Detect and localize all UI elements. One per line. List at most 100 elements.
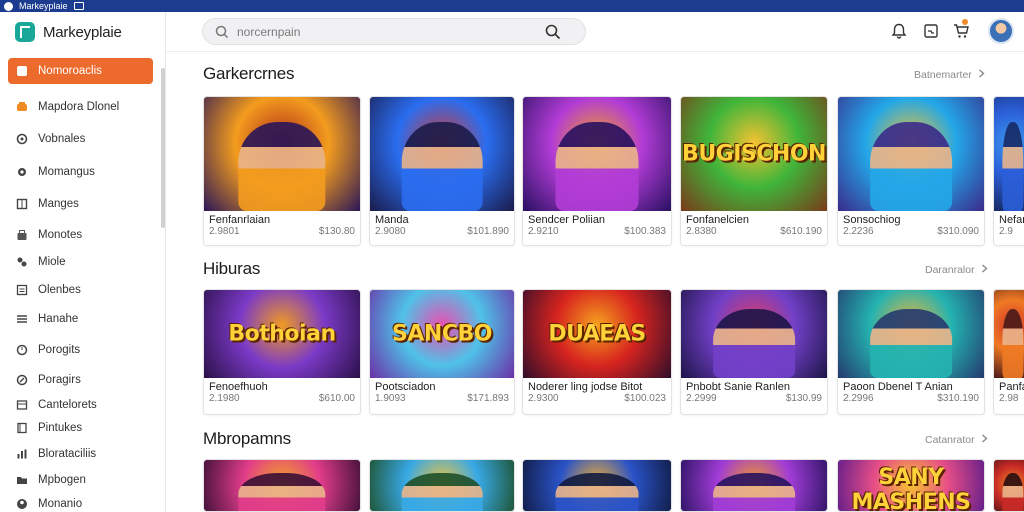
user-icon	[16, 498, 28, 510]
game-thumbnail	[838, 97, 984, 211]
search-submit-icon[interactable]	[545, 24, 561, 40]
sidebar-item-8[interactable]: Olenbes	[8, 277, 153, 303]
sidebar-item-6[interactable]: Monotes	[8, 222, 153, 248]
sidebar-item-1[interactable]: Nomoroaclis	[8, 58, 153, 84]
game-card[interactable]	[369, 459, 515, 512]
character-art	[555, 473, 639, 511]
game-rating: 1.9093	[375, 393, 406, 404]
sidebar-item-label: Hanahe	[38, 313, 79, 325]
sidebar-item-label: Mpbogen	[38, 474, 86, 486]
brand[interactable]: Markeyplaie	[0, 12, 165, 52]
game-logo-art: SANCBO	[392, 321, 492, 347]
avatar[interactable]	[988, 18, 1014, 44]
game-card[interactable]	[203, 459, 361, 512]
sidebar-item-11[interactable]: Poragirs	[8, 367, 153, 393]
game-card[interactable]: Sonsochiog 2.2236 $310.090	[837, 96, 985, 246]
sidebar: Markeyplaie Nomoroaclis Mapdora Dlonel Vob…	[0, 12, 166, 512]
game-thumbnail	[523, 460, 671, 511]
see-all-link[interactable]: Daranralor	[925, 264, 988, 276]
sidebar-item-9[interactable]: Hanahe	[8, 306, 153, 332]
game-title: Sonsochiog	[843, 214, 901, 226]
game-logo-art: SANY MASHENS	[851, 465, 971, 512]
game-price: $310.190	[937, 393, 979, 404]
game-meta: 2.2999 $130.99	[681, 393, 827, 404]
game-card[interactable]: Pnbobt Sanie Ranlen 2.2999 $130.99	[680, 289, 828, 415]
game-card[interactable]: Bothoian Fenoefhuoh 2.1980 $610.00	[203, 289, 361, 415]
sidebar-item-5[interactable]: Manges	[8, 191, 153, 217]
game-card[interactable]: Paoon Dbenel T Anian 2.2996 $310.190	[837, 289, 985, 415]
game-rating: 2.1980	[209, 393, 240, 404]
game-meta: 2.9	[994, 226, 1024, 237]
game-thumbnail: DUAEAS	[523, 290, 671, 378]
see-all-label: Daranralor	[925, 264, 975, 276]
game-card[interactable]: SANY MASHENS	[837, 459, 985, 512]
game-thumbnail	[994, 460, 1024, 511]
game-card[interactable]: DUAEAS Noderer ling jodse Bitot 2.9300 $100…	[522, 289, 672, 415]
game-thumbnail	[994, 290, 1024, 378]
chevron-right-icon	[978, 69, 985, 81]
game-title: Fonfanelcien	[686, 214, 749, 226]
game-meta: 2.98	[994, 393, 1024, 404]
game-price: $101.890	[467, 226, 509, 237]
game-card[interactable]: SANCBO Pootsciadon 1.9093 $171.893	[369, 289, 515, 415]
game-meta: 1.9093 $171.893	[370, 393, 514, 404]
cart-button[interactable]	[952, 19, 970, 40]
sidebar-item-2[interactable]: Mapdora Dlonel	[8, 94, 153, 120]
sidebar-item-label: Porogits	[38, 344, 81, 356]
game-card[interactable]	[993, 459, 1024, 512]
game-thumbnail	[681, 290, 827, 378]
game-card[interactable]	[680, 459, 828, 512]
gamepad-icon	[16, 101, 28, 113]
sidebar-item-label: Monotes	[38, 229, 83, 241]
game-price: $130.80	[318, 226, 355, 237]
see-all-link[interactable]: Catanrator	[925, 434, 988, 446]
game-card[interactable]: Nefan2.9	[993, 96, 1024, 246]
chevron-right-icon	[981, 264, 988, 276]
search-input[interactable]	[237, 24, 537, 39]
book-icon	[16, 422, 28, 434]
notification-dot	[962, 19, 968, 25]
game-meta: 2.8380 $610.190	[681, 226, 827, 237]
game-card[interactable]: BUGISCHON Fonfanelcien 2.8380 $610.190	[680, 96, 828, 246]
game-card[interactable]	[522, 459, 672, 512]
search-bar[interactable]	[202, 18, 586, 45]
window-restore-icon[interactable]	[73, 2, 84, 10]
see-all-label: Batnemarter	[914, 69, 972, 81]
table-icon	[16, 399, 28, 411]
sidebar-item-13[interactable]: Pintukes	[8, 415, 153, 441]
sidebar-item-16[interactable]: Monanio	[8, 491, 153, 512]
see-all-link[interactable]: Batnemarter	[914, 69, 985, 81]
game-logo-art: BUGISCHON	[682, 141, 826, 167]
sidebar-item-15[interactable]: Mpbogen	[8, 467, 153, 493]
sidebar-item-3[interactable]: Vobnales	[8, 126, 153, 152]
sidebar-item-10[interactable]: Porogits	[8, 337, 153, 363]
game-title: Noderer ling jodse Bitot	[528, 381, 643, 393]
game-rating: 2.2236	[843, 226, 874, 237]
game-price: $610.190	[780, 226, 822, 237]
sidebar-item-label: Manges	[38, 198, 79, 210]
gear-icon	[16, 166, 28, 178]
sidebar-item-label: Pintukes	[38, 422, 83, 434]
sidebar-item-7[interactable]: Miole	[8, 249, 153, 275]
game-price: $310.090	[937, 226, 979, 237]
game-card[interactable]: Fenfanrlaian 2.9801 $130.80	[203, 96, 361, 246]
bell-icon[interactable]	[890, 22, 908, 40]
game-card[interactable]: Panfa2.98	[993, 289, 1024, 415]
sidebar-item-label: Olenbes	[38, 284, 81, 296]
game-title: Paoon Dbenel T Anian	[843, 381, 953, 393]
sidebar-item-label: Nomoroaclis	[38, 65, 102, 77]
sidebar-item-4[interactable]: Momangus	[8, 159, 153, 185]
game-card[interactable]: Manda 2.9080 $101.890	[369, 96, 515, 246]
game-logo-art: Bothoian	[228, 321, 336, 347]
inbox-icon[interactable]	[922, 22, 940, 40]
character-art	[401, 473, 483, 511]
top-bar	[166, 12, 1024, 52]
sidebar-scrollbar[interactable]	[161, 68, 165, 228]
sidebar-item-14[interactable]: Blorataciliis	[8, 441, 153, 467]
game-card[interactable]: Sendcer Poliian 2.9210 $100.383	[522, 96, 672, 246]
game-rating: 2.98	[999, 393, 1019, 404]
character-art	[713, 473, 795, 511]
sidebar-item-label: Miole	[38, 256, 66, 268]
game-meta: 2.2236 $310.090	[838, 226, 984, 237]
sidebar-item-label: Cantelorets	[38, 399, 97, 411]
